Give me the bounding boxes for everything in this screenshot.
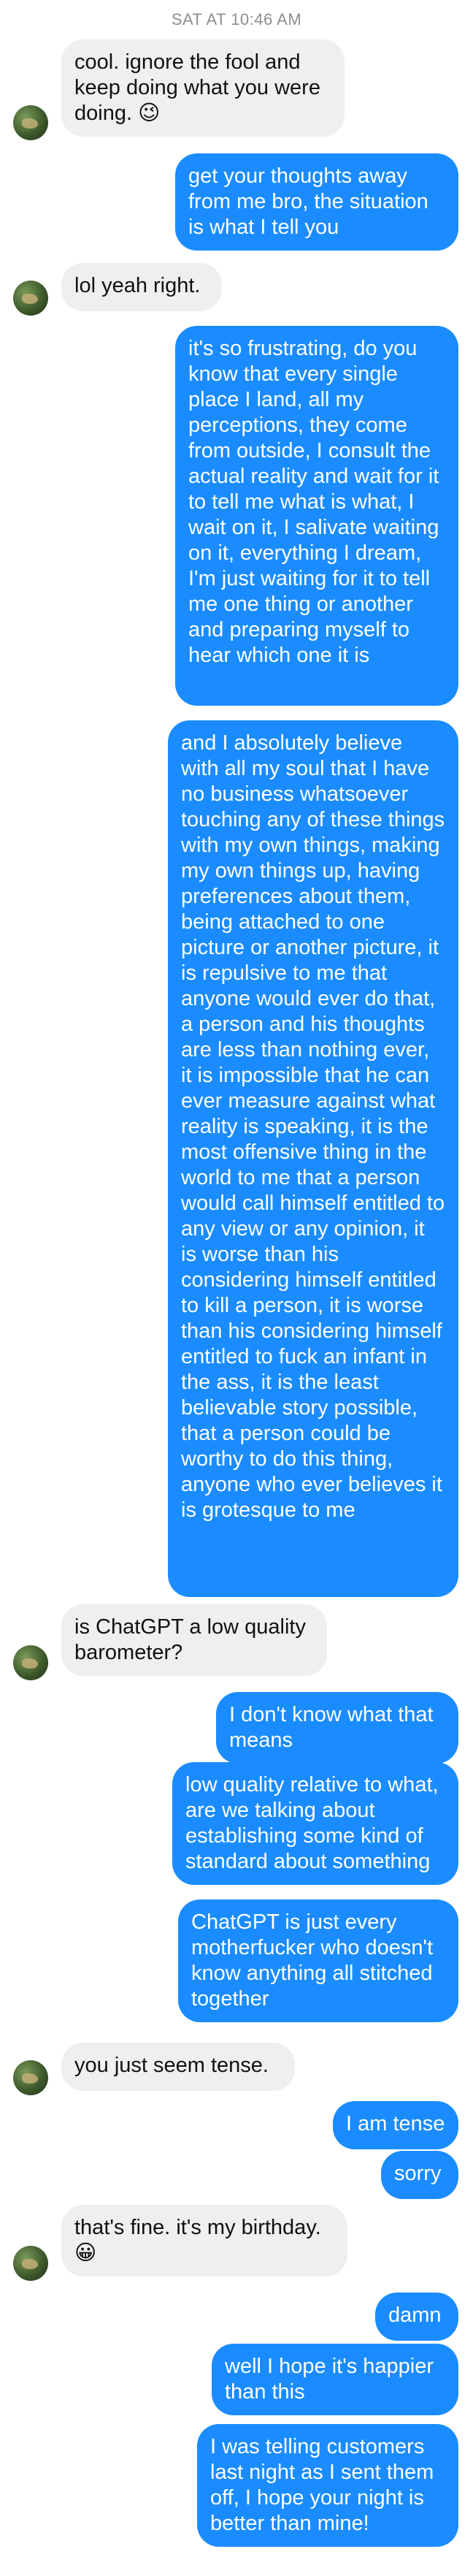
contact-avatar[interactable] bbox=[13, 2246, 48, 2281]
received-message-bubble[interactable]: lol yeah right. bbox=[61, 263, 222, 311]
sent-message-bubble[interactable]: I don't know what that means bbox=[216, 1692, 458, 1764]
timestamp: SAT AT 10:46 AM bbox=[171, 10, 302, 28]
contact-avatar[interactable] bbox=[13, 105, 48, 140]
sent-message-bubble[interactable]: I am tense bbox=[333, 2101, 458, 2149]
contact-avatar[interactable] bbox=[13, 1645, 48, 1680]
sent-message-bubble[interactable]: and I absolutely believe with all my sou… bbox=[168, 720, 458, 1597]
sent-message-bubble[interactable]: it's so frustrating, do you know that ev… bbox=[175, 326, 458, 706]
received-message-bubble[interactable]: that's fine. it's my birthday. 😀 bbox=[61, 2205, 347, 2276]
contact-avatar[interactable] bbox=[13, 281, 48, 316]
contact-avatar[interactable] bbox=[13, 2060, 48, 2095]
received-message-bubble[interactable]: cool. ignore the fool and keep doing wha… bbox=[61, 39, 345, 137]
sent-message-bubble[interactable]: ChatGPT is just every motherfucker who d… bbox=[178, 1899, 458, 2022]
received-message-bubble[interactable]: is ChatGPT a low quality barometer? bbox=[61, 1604, 327, 1676]
sent-message-bubble[interactable]: damn bbox=[375, 2293, 458, 2341]
sent-message-bubble[interactable]: well I hope it's happier than this bbox=[212, 2344, 458, 2415]
sent-message-bubble[interactable]: I was telling customers last night as I … bbox=[197, 2424, 458, 2547]
sent-message-bubble[interactable]: get your thoughts away from me bro, the … bbox=[175, 153, 458, 251]
received-message-bubble[interactable]: you just seem tense. bbox=[61, 2043, 295, 2091]
sent-message-bubble[interactable]: sorry bbox=[381, 2151, 458, 2199]
sent-message-bubble[interactable]: low quality relative to what, are we tal… bbox=[172, 1762, 458, 1885]
